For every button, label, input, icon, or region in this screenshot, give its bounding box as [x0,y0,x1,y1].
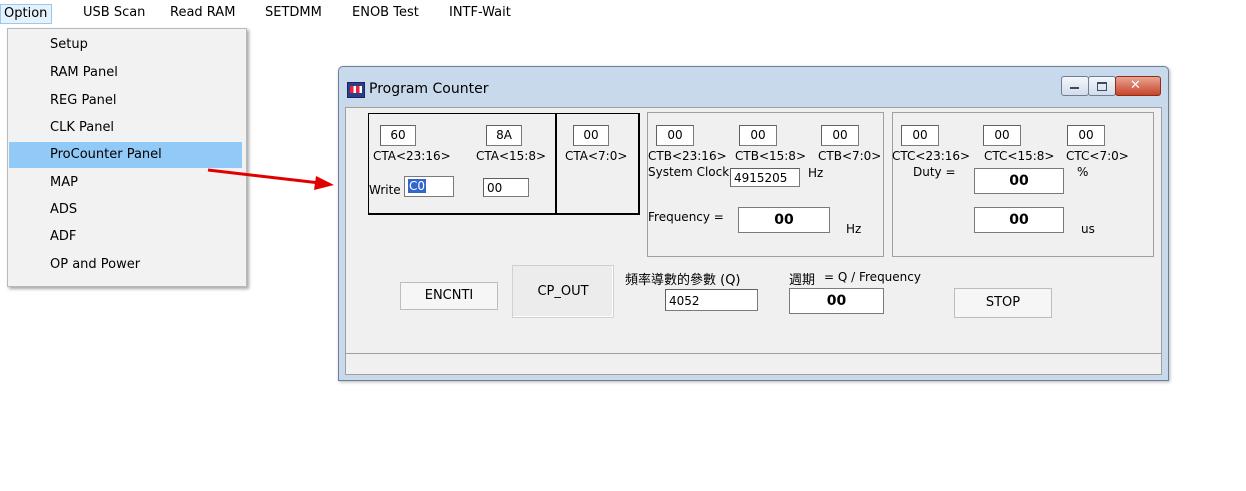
minimize-icon [1070,87,1079,89]
menu-item-adf[interactable]: ADF [9,224,242,250]
ctb-lo-label: CTB<7:0> [818,149,882,163]
ctc-lo-field[interactable]: 00 [1067,125,1105,146]
system-clock-input[interactable]: 4915205 [730,168,800,187]
write-input[interactable]: C0 [404,176,454,197]
maximize-icon [1097,82,1107,91]
frequency-label: Frequency = [648,210,724,224]
duty-unit: % [1077,165,1089,179]
menu-item-reg-panel[interactable]: REG Panel [9,88,242,114]
window-title: Program Counter [369,81,489,97]
ctc-mid-field[interactable]: 00 [983,125,1021,146]
close-button[interactable]: ✕ [1115,76,1161,96]
ctb-mid-label: CTB<15:8> [735,149,806,163]
frequency-unit: Hz [846,222,862,236]
cta-lo-field[interactable]: 00 [573,125,609,146]
cta-mid-field[interactable]: 8A [486,125,522,146]
period-label-cn: 週期 [789,273,816,288]
write-input-selected-text: C0 [408,179,427,193]
cta-divider [555,114,557,213]
menu-item-label: OP and Power [50,257,141,272]
write-label: Write [369,183,401,197]
program-counter-window: Program Counter ✕ 60 CTA<23:16> 8A CTA<1… [338,66,1169,381]
frequency-value: 00 [738,207,830,233]
menu-option[interactable]: Option [0,4,53,24]
option-dropdown-menu: Setup RAM Panel REG Panel CLK Panel ProC… [7,28,247,287]
ctb-hi-field[interactable]: 00 [656,125,694,146]
menu-item-label: ADF [50,229,77,244]
ctb-mid-field[interactable]: 00 [739,125,777,146]
period-value: 00 [789,288,884,314]
menu-intf-wait[interactable]: INTF-Wait [449,5,511,21]
cp-out-button[interactable]: CP_OUT [512,265,614,318]
ctb-hi-label: CTB<23:16> [648,149,727,163]
menu-item-procounter-panel[interactable]: ProCounter Panel [9,142,242,168]
ctb-lo-field[interactable]: 00 [821,125,859,146]
menu-item-ram-panel[interactable]: RAM Panel [9,60,242,86]
period-us-value: 00 [974,207,1064,233]
cta-mid-label: CTA<15:8> [476,149,547,163]
system-clock-label: System Clock [648,165,730,179]
duty-label: Duty = [913,165,956,179]
menu-read-ram[interactable]: Read RAM [170,5,235,21]
menu-item-label: ADS [50,202,78,217]
period-formula-label: = Q / Frequency [824,270,921,284]
q-parameter-input[interactable]: 4052 [665,289,758,311]
period-us-unit: us [1081,222,1095,236]
cta-hi-field[interactable]: 60 [380,125,416,146]
q-parameter-label: 頻率導數的參數 (Q) [625,273,741,288]
minimize-button[interactable] [1061,76,1089,96]
ctc-lo-label: CTC<7:0> [1066,149,1129,163]
menu-setdmm[interactable]: SETDMM [265,5,322,21]
close-icon: ✕ [1130,78,1141,93]
duty-value: 00 [974,168,1064,194]
menu-item-label: MAP [50,175,78,190]
menu-item-clk-panel[interactable]: CLK Panel [9,115,242,141]
menu-item-op-and-power[interactable]: OP and Power [9,252,242,278]
ctc-hi-field[interactable]: 00 [901,125,939,146]
menu-item-label: CLK Panel [50,120,115,135]
maximize-button[interactable] [1088,76,1116,96]
menu-bar: Option USB Scan Read RAM SETDMM ENOB Tes… [0,0,1246,26]
write-input-2[interactable]: 00 [483,178,529,197]
system-clock-unit: Hz [808,166,824,180]
menu-usb-scan[interactable]: USB Scan [83,5,145,21]
menu-item-ads[interactable]: ADS [9,197,242,223]
window-titlebar[interactable]: Program Counter ✕ [339,67,1168,107]
status-bar [345,353,1162,375]
app-icon [347,82,365,98]
ctc-hi-label: CTC<23:16> [892,149,971,163]
encnti-button[interactable]: ENCNTI [400,282,498,310]
ctc-mid-label: CTC<15:8> [984,149,1055,163]
menu-item-label: Setup [50,37,88,52]
menu-item-label: ProCounter Panel [50,147,162,162]
window-client-area: 60 CTA<23:16> 8A CTA<15:8> 00 CTA<7:0> W… [345,107,1162,354]
menu-enob-test[interactable]: ENOB Test [352,5,419,21]
menu-item-label: RAM Panel [50,65,118,80]
menu-item-setup[interactable]: Setup [9,32,242,58]
cta-hi-label: CTA<23:16> [373,149,451,163]
menu-item-label: REG Panel [50,93,117,108]
stop-button[interactable]: STOP [954,288,1052,318]
cta-lo-label: CTA<7:0> [565,149,628,163]
menu-item-map[interactable]: MAP [9,170,242,196]
